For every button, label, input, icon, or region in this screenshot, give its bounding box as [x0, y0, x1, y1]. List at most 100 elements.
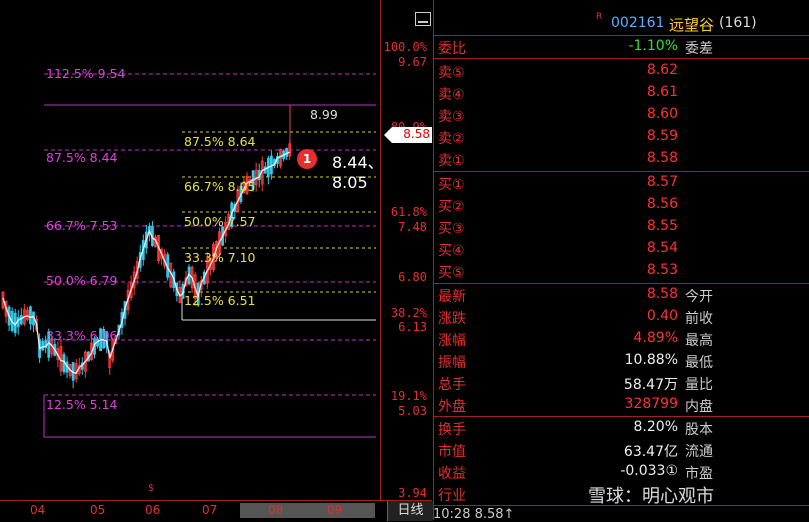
axis-label: 38.2% — [390, 306, 427, 320]
row-value: 8.55 — [646, 218, 678, 234]
row-label: 卖⑤ — [438, 65, 465, 81]
row-label: 收益 — [438, 466, 466, 482]
candle-body — [41, 341, 45, 351]
row-value: 8.58 — [646, 286, 678, 302]
axis-label: 3.94 — [398, 486, 427, 500]
fib-outer-label: 112.5% 9.54 — [46, 66, 126, 81]
month-label: 04 — [30, 503, 46, 517]
weicha-label: 委差 — [685, 41, 713, 57]
fib-outer-label: 33.3% 6.06 — [46, 328, 118, 343]
row-value: 4.89% — [633, 330, 678, 346]
fib-outer-label: 12.5% 5.14 — [46, 397, 118, 412]
stat-row: 涨幅 4.89% 最高 — [434, 327, 809, 349]
stock-name: 远望谷 — [669, 16, 715, 34]
row-value: 8.60 — [646, 106, 678, 122]
chart-scrollbar[interactable] — [240, 503, 375, 518]
axis-label: 6.80 — [398, 270, 427, 284]
row-label: 买② — [438, 199, 465, 215]
row-value: 8.54 — [646, 240, 678, 256]
stock-sub-count: (161) — [719, 15, 757, 31]
row-label: 买④ — [438, 243, 465, 259]
annotation-badge[interactable]: 1 — [297, 149, 317, 169]
row-label-2: 市盈 — [685, 466, 713, 482]
buy-level-row: 买④ 8.54 — [434, 237, 809, 259]
dividend-marker: $ — [148, 483, 155, 494]
axis-label: 61.8% — [390, 205, 427, 219]
row-label: 买③ — [438, 221, 465, 237]
candle-body — [29, 306, 32, 325]
row-label-2: 最低 — [685, 355, 713, 371]
row-value: 58.47万 — [623, 377, 678, 393]
current-price-flag: 8.58 — [384, 127, 432, 143]
fund-row: 换手 8.20% 股本 — [434, 416, 809, 438]
row-value: 8.58 — [646, 150, 678, 166]
weibi-value: -1.10% — [628, 38, 678, 54]
fib-outer-label: 66.7% 7.53 — [46, 218, 118, 233]
weibi-label: 委比 — [438, 41, 466, 57]
row-value: 8.62 — [646, 62, 678, 78]
sell-level-row: 卖② 8.59 — [434, 125, 809, 147]
row-label: 卖④ — [438, 87, 465, 103]
row-label-2: 流通 — [685, 444, 713, 460]
fib-inner-label: 87.5% 8.64 — [184, 134, 256, 149]
row-label: 换手 — [438, 422, 466, 438]
watermark: 雪球：明心观市 — [588, 486, 714, 507]
month-label: 07 — [202, 503, 218, 517]
fib-inner-label: 12.5% 6.51 — [184, 293, 256, 308]
stat-row: 最新 8.58 今开 — [434, 283, 809, 305]
row-label-2: 股本 — [685, 422, 713, 438]
row-label: 外盘 — [438, 399, 466, 415]
stock-header: R 002161 远望谷 (161) — [434, 10, 809, 34]
axis-label: 9.67 — [398, 55, 427, 69]
buy-level-row: 买⑤ 8.53 — [434, 259, 809, 281]
buy-level-row: 买② 8.56 — [434, 193, 809, 215]
row-label-2: 量比 — [685, 377, 713, 393]
stat-row: 振幅 10.88% 最低 — [434, 349, 809, 371]
weibi-row: 委比 -1.10% 委差 — [434, 35, 809, 57]
row-label: 卖① — [438, 153, 465, 169]
stock-code: 002161 — [611, 15, 665, 31]
row-value: 8.56 — [646, 196, 678, 212]
sell-level-row: 卖④ 8.61 — [434, 81, 809, 103]
axis-label: 6.13 — [398, 320, 427, 334]
fib-inner-label: 66.7% 8.05 — [184, 179, 256, 194]
stat-row: 涨跌 0.40 前收 — [434, 305, 809, 327]
month-label: 06 — [145, 503, 161, 517]
quote-panel: R 002161 远望谷 (161) 委比 -1.10% 委差 卖⑤ 8.62 卖④… — [433, 0, 809, 520]
fib-outer-label: 87.5% 8.44 — [46, 150, 118, 165]
row-label: 涨幅 — [438, 333, 466, 349]
stat-row: 外盘 328799 内盘 — [434, 393, 809, 415]
fund-row: 收益 -0.033① 市盈 — [434, 460, 809, 482]
time-axis: 04 05 06 07 08 09 $ 日线 — [0, 483, 433, 521]
row-label: 总手 — [438, 377, 466, 393]
row-label-2: 最高 — [685, 333, 713, 349]
row-value: 8.20% — [633, 419, 678, 435]
axis-label: 5.03 — [398, 404, 427, 418]
row-label: 振幅 — [438, 355, 466, 371]
sell-level-row: 卖⑤ 8.62 — [434, 59, 809, 81]
row-value: 8.53 — [646, 262, 678, 278]
row-label: 涨跌 — [438, 311, 466, 327]
row-value: -0.033① — [620, 463, 678, 479]
axis-label: 19.1% — [390, 389, 427, 403]
row-value: 8.57 — [646, 174, 678, 190]
row-label-2: 内盘 — [685, 399, 713, 415]
axis-label: 100.0% — [383, 40, 427, 54]
r-mark: R — [596, 12, 603, 22]
month-label: 08 — [268, 503, 284, 517]
row-label: 行业 — [438, 488, 466, 504]
daily-kline-button[interactable]: 日线 — [387, 501, 433, 521]
axis-label: 7.48 — [398, 220, 427, 234]
row-label-2: 今开 — [685, 289, 713, 305]
row-label: 买① — [438, 177, 465, 193]
kline-chart[interactable]: 112.5% 9.54 87.5% 8.44 66.7% 7.53 50.0% … — [0, 0, 384, 500]
row-label: 买⑤ — [438, 265, 465, 281]
buy-level-row: 买① 8.57 — [434, 171, 809, 193]
fib-outer-label: 50.0% 6.79 — [46, 273, 118, 288]
row-value: 328799 — [624, 396, 678, 412]
month-label: 05 — [90, 503, 106, 517]
window-toggle-icon[interactable] — [415, 12, 431, 26]
sell-level-row: 卖① 8.58 — [434, 147, 809, 169]
row-value: 63.47亿 — [623, 444, 678, 460]
row-label: 市值 — [438, 444, 466, 460]
